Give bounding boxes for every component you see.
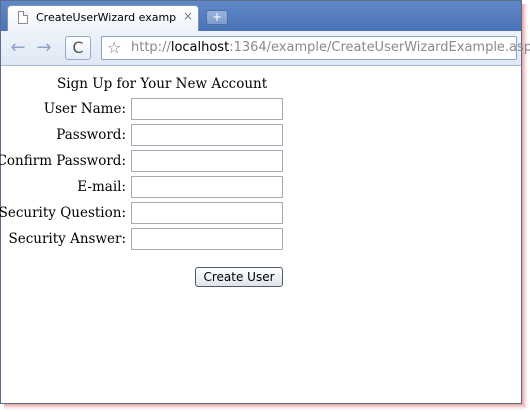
- create-user-button[interactable]: Create User: [195, 267, 283, 287]
- confirm-password-label: Confirm Password:: [0, 153, 126, 169]
- password-label: Password:: [56, 127, 126, 143]
- close-tab-icon[interactable]: ×: [183, 9, 193, 23]
- browser-window: CreateUserWizard example... × + ← → C ☆ …: [0, 0, 530, 404]
- form-title: Sign Up for Your New Account: [57, 76, 268, 92]
- user-name-label: User Name:: [43, 101, 126, 117]
- url-scheme: http://: [131, 40, 171, 55]
- address-bar[interactable]: ☆ http://localhost:1364/example/CreateUs…: [101, 36, 530, 60]
- security-question-input[interactable]: [131, 202, 283, 224]
- forward-arrow-icon[interactable]: →: [33, 37, 55, 59]
- email-input[interactable]: [131, 176, 283, 198]
- email-label: E-mail:: [77, 179, 126, 195]
- browser-toolbar: ← → C ☆ http://localhost:1364/example/Cr…: [1, 31, 530, 66]
- window-shadow-right: [522, 4, 528, 408]
- security-question-label: Security Question:: [0, 205, 126, 221]
- back-arrow-icon[interactable]: ←: [7, 37, 29, 59]
- password-input[interactable]: [131, 124, 283, 146]
- security-answer-label: Security Answer:: [8, 231, 126, 247]
- reload-icon[interactable]: C: [65, 36, 91, 60]
- bookmark-star-icon[interactable]: ☆: [107, 37, 121, 59]
- window-shadow-bottom: [4, 404, 524, 410]
- tab-title: CreateUserWizard example...: [36, 11, 176, 24]
- user-name-input[interactable]: [131, 98, 283, 120]
- tab-strip: CreateUserWizard example... × +: [1, 1, 521, 31]
- url-path: :1364/example/CreateUserWizardExample.as…: [229, 40, 530, 55]
- page-content: Sign Up for Your New Account User Name: …: [0, 66, 521, 404]
- new-tab-button[interactable]: +: [206, 10, 228, 25]
- page-icon: [18, 11, 28, 24]
- url-text: http://localhost:1364/example/CreateUser…: [131, 40, 530, 55]
- browser-tab[interactable]: CreateUserWizard example... ×: [7, 5, 199, 31]
- confirm-password-input[interactable]: [131, 150, 283, 172]
- security-answer-input[interactable]: [131, 228, 283, 250]
- url-host: localhost: [170, 40, 230, 55]
